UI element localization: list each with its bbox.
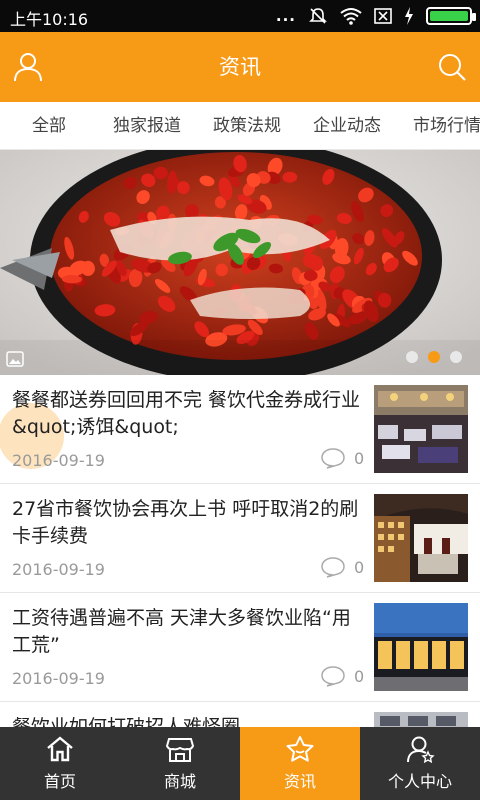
comment-icon	[321, 557, 345, 578]
comment-count: 0	[320, 556, 364, 578]
mute-icon	[309, 8, 327, 24]
carousel-indicator	[406, 351, 462, 363]
battery-icon	[426, 7, 476, 25]
nav-home[interactable]: 首页	[0, 727, 120, 800]
home-icon	[47, 736, 73, 762]
comment-icon	[321, 666, 345, 687]
carousel-dot-active[interactable]	[428, 351, 440, 363]
nav-shop[interactable]: 商城	[120, 727, 240, 800]
banner-image	[0, 150, 480, 375]
news-date: 2016-09-19	[12, 560, 105, 579]
news-date: 2016-09-19	[12, 669, 105, 688]
news-item[interactable]: 27省市餐饮协会再次上书 呼吁取消2的刷卡手续费 2016-09-19 0	[0, 484, 480, 593]
nav-news[interactable]: 资讯	[240, 727, 360, 800]
comment-count: 0	[320, 665, 364, 687]
news-headline: 27省市餐饮协会再次上书 呼吁取消2的刷卡手续费	[12, 498, 359, 547]
news-date: 2016-09-19	[12, 451, 105, 470]
status-bar: 上午10:16 ...	[0, 0, 480, 32]
news-thumbnail	[374, 385, 468, 473]
shop-icon	[165, 738, 195, 762]
nav-news-label: 资讯	[283, 772, 316, 791]
search-icon	[439, 54, 466, 81]
news-item[interactable]: 餐餐都送券回回用不完 餐饮代金券成行业&quot;诱饵&quot; 2016-0…	[0, 375, 480, 484]
wifi-icon	[340, 8, 362, 25]
carousel-dot[interactable]	[406, 351, 418, 363]
search-button[interactable]	[434, 49, 470, 85]
nav-home-label: 首页	[43, 772, 76, 791]
news-thumbnail	[374, 603, 468, 691]
tab-policy[interactable]: 政策法规	[213, 102, 281, 149]
comment-count: 0	[320, 447, 364, 469]
news-headline: 工资待遇普遍不高 天津大多餐饮业陷“用工荒”	[12, 607, 351, 656]
page-title: 资讯	[219, 55, 261, 79]
tab-exclusive[interactable]: 独家报道	[113, 102, 181, 149]
comment-icon	[321, 448, 345, 469]
profile-icon	[407, 736, 435, 763]
comment-count-value: 0	[354, 448, 365, 468]
status-time: 上午10:16	[10, 10, 89, 29]
nav-profile-label: 个人中心	[387, 772, 452, 791]
bottom-nav: 首页 商城 资讯 个人中心	[0, 727, 480, 800]
category-tabs: 全部 独家报道 政策法规 企业动态 市场行情	[0, 102, 480, 150]
news-item[interactable]: 工资待遇普遍不高 天津大多餐饮业陷“用工荒” 2016-09-19 0	[0, 593, 480, 702]
banner-carousel[interactable]	[0, 150, 480, 375]
status-icons: ...	[275, 6, 476, 26]
tab-market[interactable]: 市场行情	[413, 102, 480, 149]
sim-icon	[374, 8, 392, 24]
signal-dots: ...	[275, 7, 296, 25]
image-icon	[6, 351, 24, 367]
news-thumbnail	[374, 494, 468, 582]
comment-count-value: 0	[354, 666, 365, 686]
comment-count-value: 0	[354, 557, 365, 577]
carousel-dot[interactable]	[450, 351, 462, 363]
tab-company-news[interactable]: 企业动态	[313, 102, 381, 149]
star-icon	[286, 736, 314, 762]
nav-shop-label: 商城	[163, 772, 196, 791]
nav-profile[interactable]: 个人中心	[360, 727, 480, 800]
news-headline: 餐餐都送券回回用不完 餐饮代金券成行业&quot;诱饵&quot;	[12, 389, 361, 438]
tab-all[interactable]: 全部	[32, 102, 66, 149]
charging-icon	[405, 7, 413, 25]
app-header: 资讯	[0, 32, 480, 102]
